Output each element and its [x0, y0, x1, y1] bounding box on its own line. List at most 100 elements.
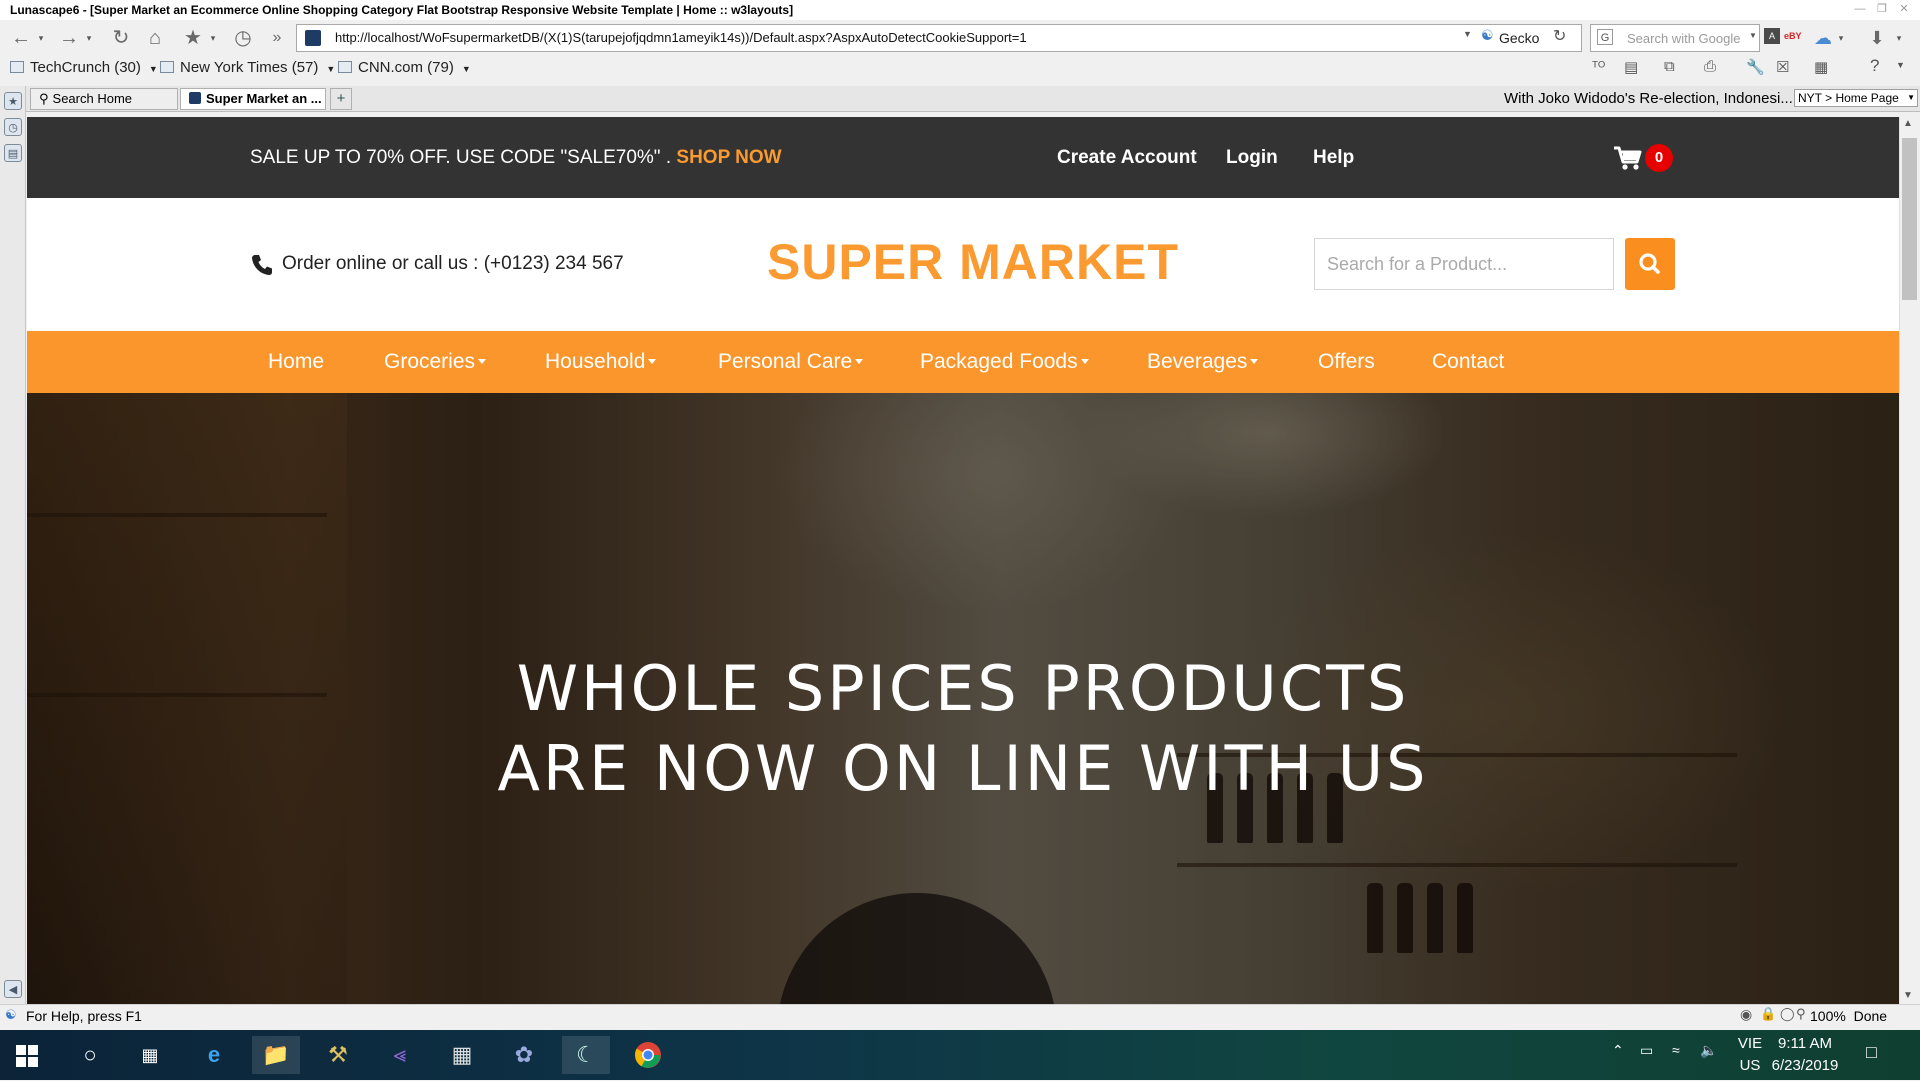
- menu-offers[interactable]: Offers: [1318, 331, 1375, 393]
- volume-icon[interactable]: 🔈: [1700, 1042, 1717, 1059]
- ebay-icon[interactable]: eBY: [1784, 28, 1802, 44]
- input-language[interactable]: VIE US: [1735, 1033, 1765, 1077]
- more-chevron-icon[interactable]: »: [264, 25, 290, 51]
- cart-count-badge[interactable]: 0: [1645, 144, 1673, 172]
- bookmark-cnn[interactable]: CNN.com (79) ▼: [338, 58, 471, 79]
- eye-icon[interactable]: ◯: [1780, 1006, 1795, 1022]
- chrome-app-icon[interactable]: [624, 1036, 672, 1074]
- web-search-placeholder[interactable]: Search with Google: [1627, 30, 1740, 48]
- window-menu-icon[interactable]: ⧉: [1664, 58, 1675, 75]
- favorites-star-icon[interactable]: ★: [4, 92, 22, 110]
- file-explorer-icon[interactable]: 📁: [252, 1036, 300, 1074]
- download-dropdown-icon[interactable]: ▾: [1894, 28, 1904, 48]
- back-arrow-icon[interactable]: ←: [8, 25, 34, 51]
- history-clock-icon[interactable]: ◷: [230, 25, 256, 51]
- chevron-down-icon[interactable]: ▼: [326, 64, 335, 74]
- search-button[interactable]: [1625, 238, 1675, 290]
- shopping-cart-icon[interactable]: [1613, 145, 1643, 171]
- clear-data-icon[interactable]: ☒: [1776, 58, 1789, 76]
- panel-toggle-icon[interactable]: ◀: [4, 980, 22, 998]
- app-tiles-icon[interactable]: ▦: [438, 1036, 486, 1074]
- create-account-link[interactable]: Create Account: [1057, 117, 1197, 198]
- tools-app-icon[interactable]: ⚒: [314, 1036, 362, 1074]
- cloud-sync-icon[interactable]: ☁: [1810, 25, 1836, 51]
- product-search-input[interactable]: Search for a Product...: [1314, 238, 1614, 290]
- url-text[interactable]: http://localhost/WoFsupermarketDB/(X(1)S…: [335, 25, 1027, 51]
- edge-browser-icon[interactable]: e: [190, 1036, 238, 1074]
- menu-personal-care[interactable]: Personal Care: [718, 331, 864, 393]
- search-icon: ⚲: [39, 91, 49, 106]
- menu-label: Personal Care: [718, 350, 853, 373]
- cloud-dropdown-icon[interactable]: ▾: [1836, 28, 1846, 48]
- bookmark-nytimes[interactable]: New York Times (57) ▼: [160, 58, 335, 79]
- download-arrow-icon[interactable]: ⬇: [1864, 25, 1890, 51]
- scroll-up-icon[interactable]: ▲: [1903, 118, 1913, 129]
- scroll-thumb[interactable]: [1902, 138, 1917, 300]
- wifi-icon[interactable]: ≈: [1672, 1042, 1680, 1058]
- tab-search-home[interactable]: ⚲ Search Home: [30, 88, 178, 110]
- chevron-down-icon[interactable]: ▼: [462, 64, 471, 74]
- back-history-dropdown-icon[interactable]: ▾: [36, 28, 46, 48]
- site-logo[interactable]: SUPER MARKET: [27, 232, 1899, 292]
- reader-icon[interactable]: ᵀᴼ: [1592, 58, 1605, 74]
- login-link[interactable]: Login: [1226, 117, 1278, 198]
- notifications-icon[interactable]: □: [1866, 1042, 1877, 1063]
- paint-app-icon[interactable]: ✿: [500, 1036, 548, 1074]
- favorites-dropdown-icon[interactable]: ▾: [208, 28, 218, 48]
- reload-icon[interactable]: ↻: [108, 25, 134, 51]
- battery-icon[interactable]: ▭: [1640, 1042, 1653, 1059]
- home-icon[interactable]: ⌂: [142, 25, 168, 51]
- side-panel: [0, 86, 26, 1004]
- visual-studio-icon[interactable]: ⪡: [376, 1036, 424, 1074]
- lunascape-app-icon[interactable]: ☾: [562, 1036, 610, 1074]
- menu-home[interactable]: Home: [268, 331, 324, 393]
- feed-icon[interactable]: ▤: [4, 144, 22, 162]
- chevron-down-icon[interactable]: ▼: [149, 64, 158, 74]
- engine-label[interactable]: Gecko: [1499, 25, 1539, 51]
- menu-household[interactable]: Household: [545, 331, 657, 393]
- menu-packaged-foods[interactable]: Packaged Foods: [920, 331, 1089, 393]
- restore-icon[interactable]: ❐: [1871, 0, 1893, 20]
- tray-chevron-up-icon[interactable]: ⌃: [1612, 1042, 1624, 1059]
- web-search-box[interactable]: G Search with Google ▼: [1590, 24, 1760, 52]
- refresh-engine-icon[interactable]: ↻: [1553, 26, 1566, 46]
- caret-down-icon: [478, 359, 487, 364]
- news-ticker-headline[interactable]: With Joko Widodo's Re-election, Indonesi…: [1504, 88, 1793, 110]
- cortana-search-icon[interactable]: ○: [66, 1036, 114, 1074]
- menu-contact[interactable]: Contact: [1432, 331, 1504, 393]
- menu-beverages[interactable]: Beverages: [1147, 331, 1259, 393]
- minimize-icon[interactable]: —: [1849, 0, 1871, 20]
- address-bar[interactable]: http://localhost/WoFsupermarketDB/(X(1)S…: [296, 24, 1582, 52]
- search-engine-dropdown-icon[interactable]: ▼: [1749, 31, 1757, 40]
- bookmark-techcrunch[interactable]: TechCrunch (30) ▼: [10, 58, 158, 79]
- zoom-level[interactable]: 100%: [1810, 1008, 1846, 1024]
- help-link[interactable]: Help: [1313, 117, 1354, 198]
- layout-grid-icon[interactable]: ▦: [1814, 58, 1828, 76]
- print-icon[interactable]: ⎙: [1704, 58, 1716, 75]
- google-g-icon[interactable]: G: [1597, 29, 1613, 45]
- close-icon[interactable]: ✕: [1893, 0, 1915, 20]
- news-feed-select[interactable]: NYT > Home Page ▼: [1794, 89, 1918, 107]
- task-view-icon[interactable]: ▦: [126, 1036, 174, 1074]
- help-question-icon[interactable]: ?: [1870, 56, 1879, 76]
- forward-history-dropdown-icon[interactable]: ▾: [84, 28, 94, 48]
- status-help-text: For Help, press F1: [26, 1008, 142, 1024]
- url-dropdown-icon[interactable]: ▼: [1463, 29, 1472, 39]
- translate-icon[interactable]: A: [1764, 28, 1780, 44]
- windows-start-icon[interactable]: [16, 1045, 38, 1067]
- new-tab-button[interactable]: +: [330, 88, 352, 110]
- shop-now-link[interactable]: SHOP NOW: [676, 147, 781, 168]
- forward-arrow-icon[interactable]: →: [56, 25, 82, 51]
- engine-switch-icon[interactable]: ☯: [1481, 27, 1494, 44]
- zoom-icon[interactable]: ⚲: [1796, 1006, 1806, 1022]
- scroll-down-icon[interactable]: ▼: [1903, 990, 1913, 1001]
- sale-text: SALE UP TO 70% OFF. USE CODE "SALE70%" .: [250, 147, 677, 168]
- tools-wrench-icon[interactable]: 🔧: [1746, 58, 1765, 76]
- taskbar-clock[interactable]: 9:11 AM 6/23/2019: [1770, 1033, 1840, 1077]
- tab-super-market[interactable]: Super Market an ...: [180, 88, 326, 110]
- help-dropdown-icon[interactable]: ▼: [1896, 60, 1905, 70]
- history-clock-icon[interactable]: ◷: [4, 118, 22, 136]
- page-menu-icon[interactable]: ▤: [1624, 58, 1638, 76]
- menu-groceries[interactable]: Groceries: [384, 331, 487, 393]
- favorites-star-icon[interactable]: ★: [180, 25, 206, 51]
